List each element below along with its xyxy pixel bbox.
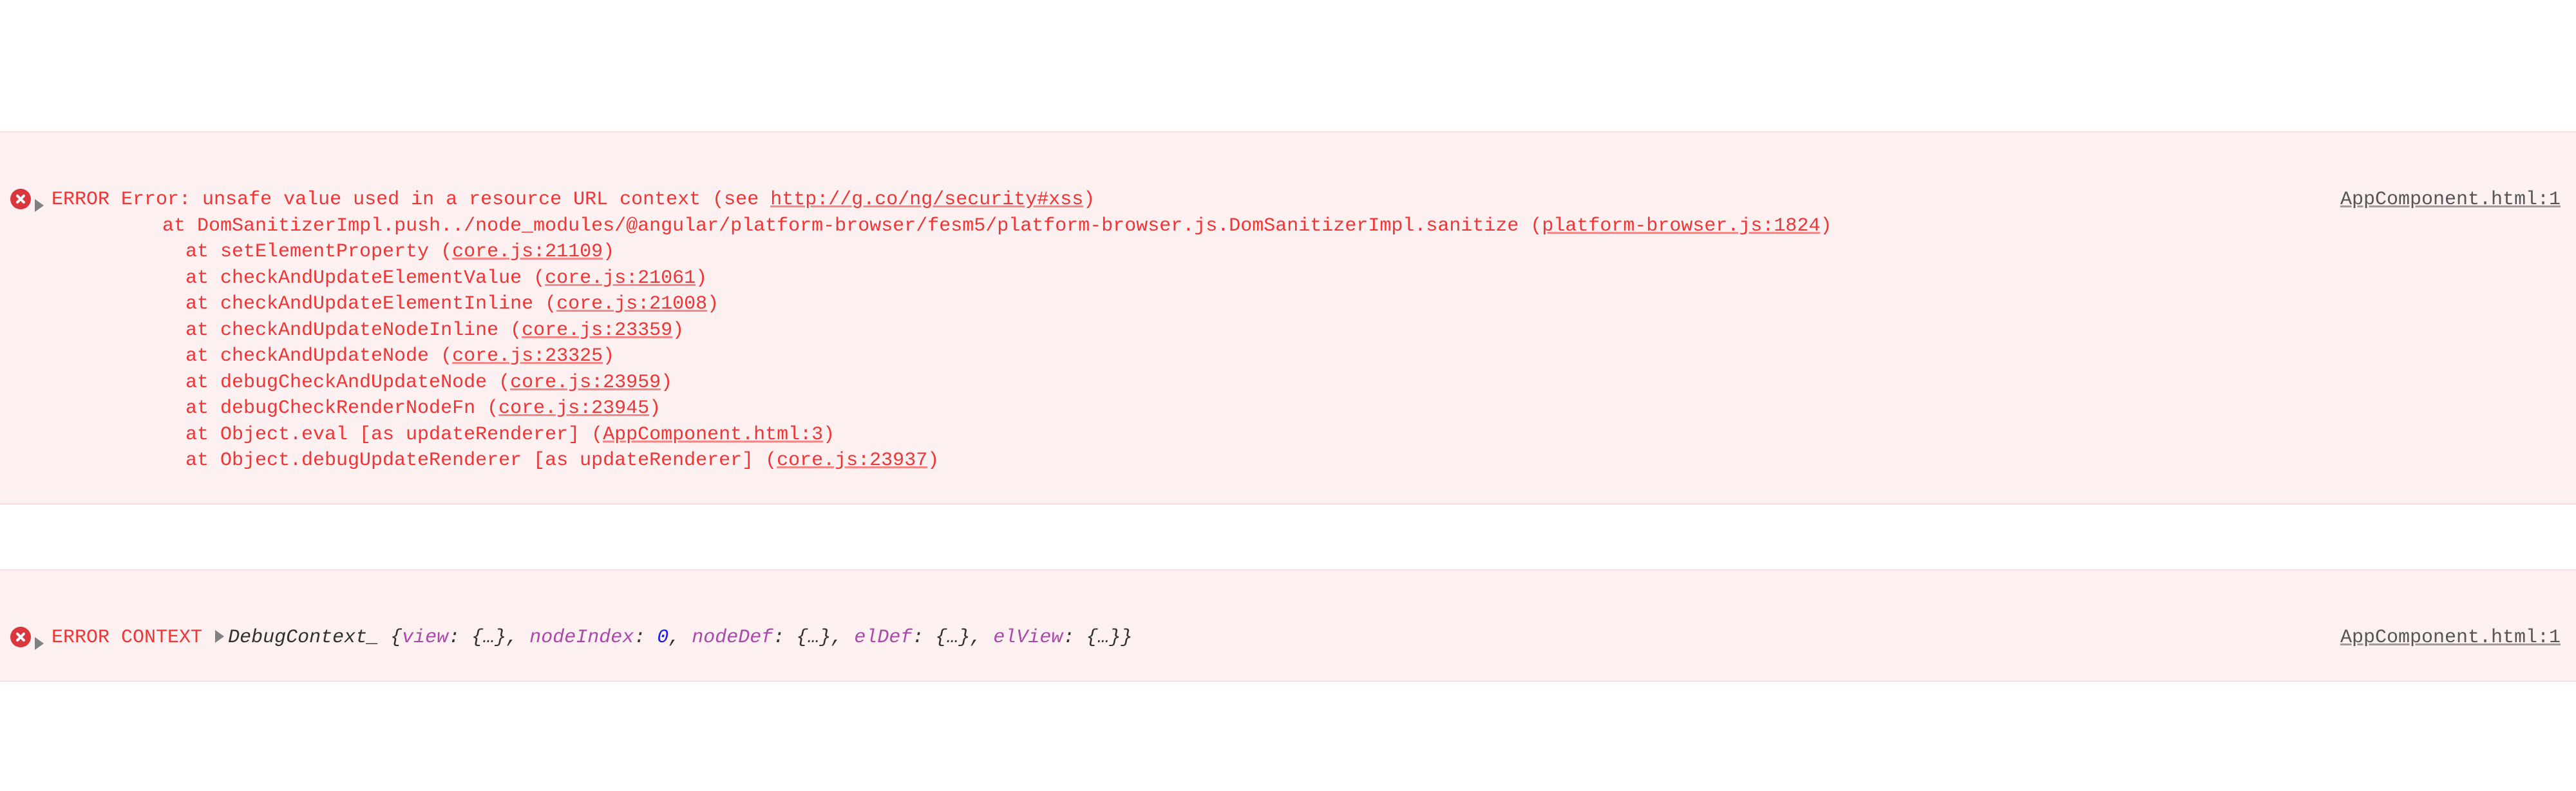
disclosure-triangle-icon[interactable]: [35, 199, 44, 212]
entry-gutter: [0, 625, 48, 647]
error-prefix: ERROR: [52, 189, 109, 211]
console-error-entry: ERROR Error: unsafe value used in a reso…: [0, 131, 2576, 504]
disclosure-triangle-icon[interactable]: [215, 630, 224, 643]
console-error-entry: ERROR CONTEXT DebugContext_ {view: {…}, …: [0, 569, 2576, 681]
error-message-body: ERROR Error: unsafe value used in a reso…: [48, 187, 2340, 474]
error-icon: [10, 627, 31, 647]
error-icon: [10, 189, 31, 209]
stack-frame-link[interactable]: AppComponent.html:3: [603, 424, 823, 446]
stack-frame-text: at DomSanitizerImpl.push../node_modules/…: [116, 215, 1542, 237]
error-prefix: ERROR CONTEXT: [52, 627, 202, 649]
stack-frame-link[interactable]: core.js:21109: [452, 241, 603, 263]
stack-frame-link[interactable]: core.js:23325: [452, 345, 603, 367]
error-msg-link[interactable]: http://g.co/ng/security#xss: [770, 189, 1083, 211]
error-message-body: ERROR CONTEXT DebugContext_ {view: {…}, …: [48, 625, 2340, 651]
stack-frame-link[interactable]: core.js:23937: [777, 450, 927, 472]
object-preview[interactable]: DebugContext_ {view: {…}, nodeIndex: 0, …: [228, 627, 1132, 649]
disclosure-triangle-icon[interactable]: [35, 637, 44, 650]
source-link[interactable]: AppComponent.html:1: [2340, 625, 2576, 651]
stack-frame-link[interactable]: core.js:21008: [556, 293, 707, 315]
error-msg-pre: Error: unsafe value used in a resource U…: [121, 189, 770, 211]
stack-frame-link[interactable]: core.js:23359: [522, 319, 672, 341]
stack-frame-link[interactable]: core.js:23945: [498, 397, 649, 419]
stack-trace: at DomSanitizerImpl.push../node_modules/…: [52, 213, 2327, 474]
error-msg-post: ): [1083, 189, 1095, 211]
stack-frame-link[interactable]: core.js:21061: [545, 267, 696, 289]
stack-frame-link[interactable]: core.js:23959: [510, 372, 661, 394]
entry-gutter: [0, 187, 48, 209]
source-link[interactable]: AppComponent.html:1: [2340, 187, 2576, 213]
stack-frame-link[interactable]: platform-browser.js:1824: [1542, 215, 1820, 237]
